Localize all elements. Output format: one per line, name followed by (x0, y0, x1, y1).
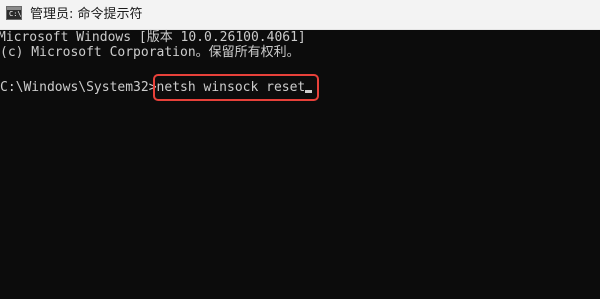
window-title: 管理员: 命令提示符 (30, 7, 143, 22)
console-prompt: C:\Windows\System32> (0, 80, 157, 95)
text-cursor (305, 90, 313, 93)
console-line-copyright: (c) Microsoft Corporation。保留所有权利。 (0, 45, 300, 60)
console-prompt-line[interactable]: C:\Windows\System32>netsh winsock reset (0, 80, 313, 96)
console-line-version: Microsoft Windows [版本 10.0.26100.4061] (0, 30, 306, 45)
console-area[interactable]: Microsoft Windows [版本 10.0.26100.4061] (… (0, 30, 600, 299)
command-prompt-window: C:\ 管理员: 命令提示符 Microsoft Windows [版本 10.… (0, 0, 600, 299)
icon-prompt-glyph: C:\ (9, 10, 22, 18)
title-bar[interactable]: C:\ 管理员: 命令提示符 (0, 0, 600, 30)
command-prompt-icon: C:\ (6, 6, 22, 20)
console-command-input[interactable]: netsh winsock reset (157, 80, 306, 95)
